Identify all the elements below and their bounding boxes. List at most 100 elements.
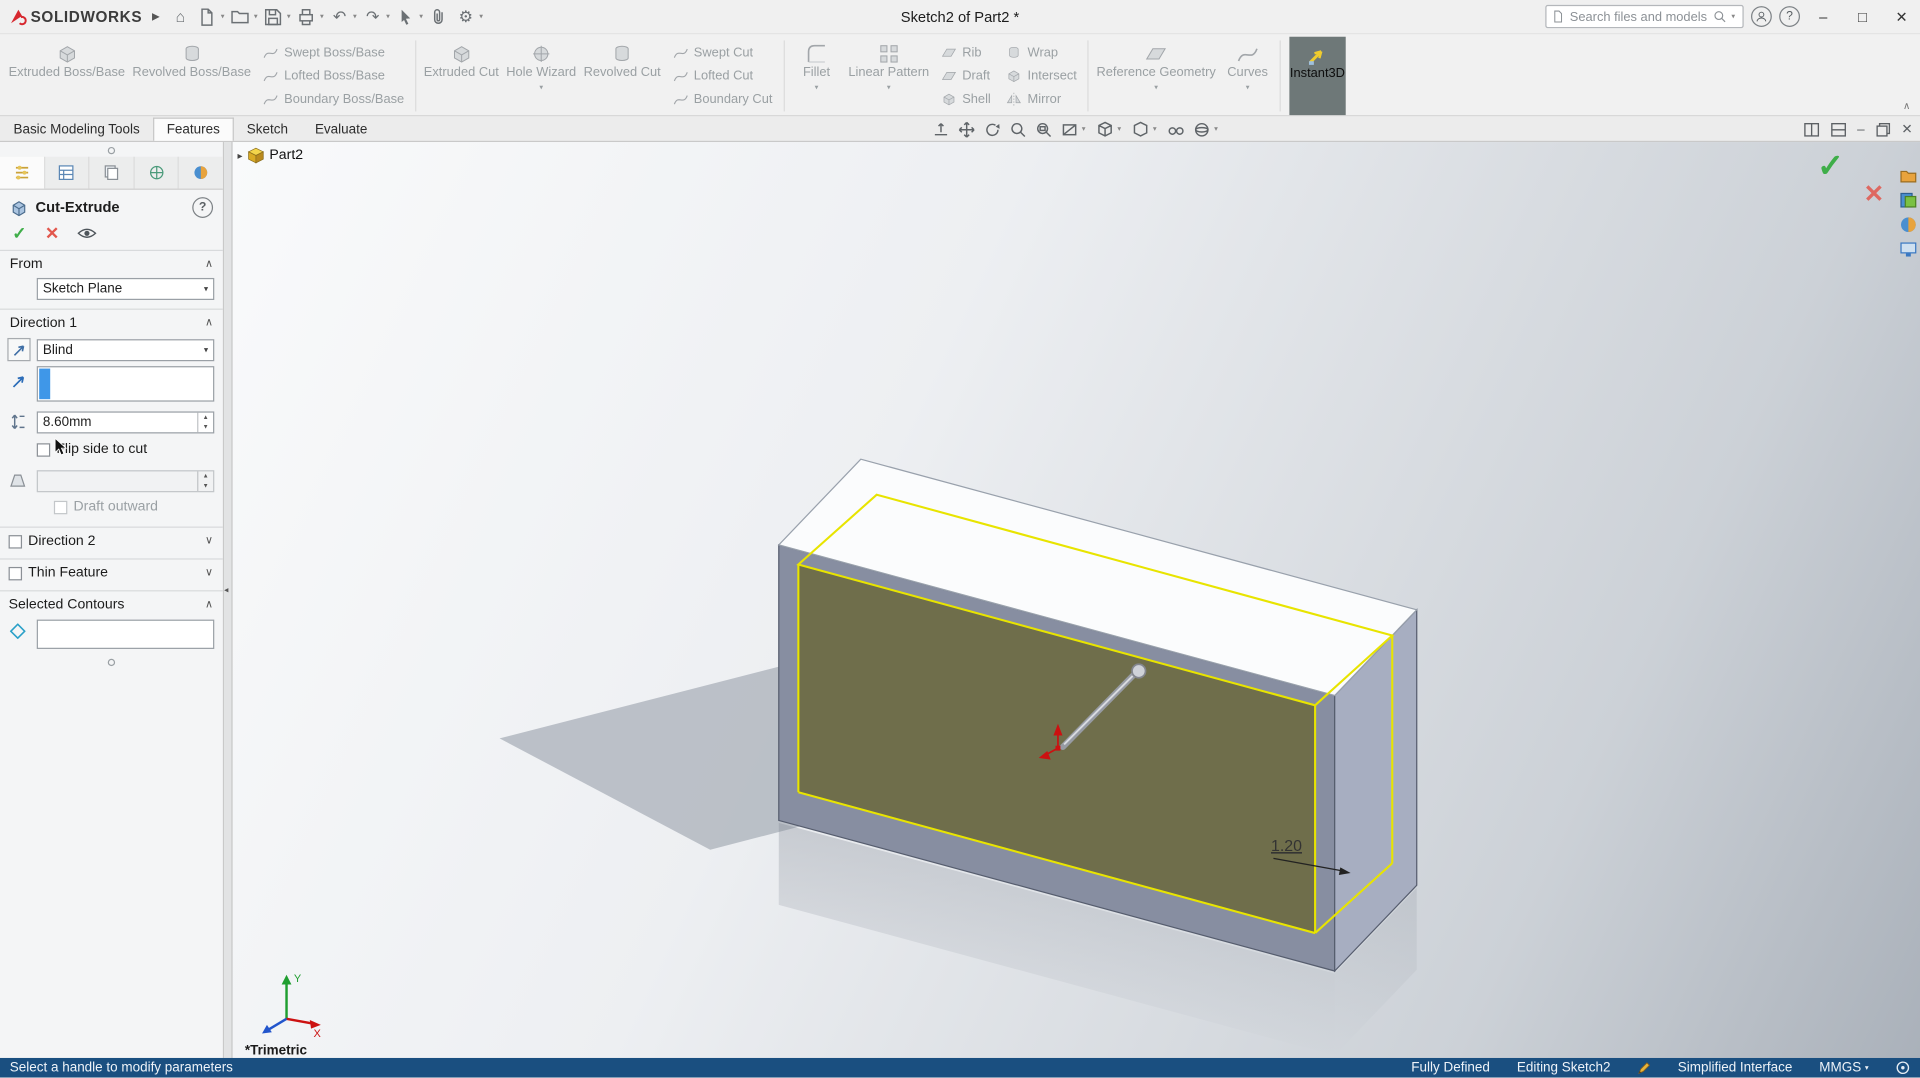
doc-minimize-icon[interactable]: – (1857, 122, 1865, 137)
lofted-cut-button[interactable]: Lofted Cut (672, 67, 773, 84)
menu-expand-icon[interactable]: ▶ (152, 11, 160, 22)
part-name[interactable]: Part2 (269, 148, 303, 163)
panel-splitter[interactable]: ◂ (224, 142, 233, 1058)
display-style-icon[interactable] (1132, 121, 1149, 138)
attachments-button[interactable] (425, 3, 452, 30)
direction1-section-header[interactable]: Direction 1 (10, 316, 77, 331)
close-button[interactable]: ✕ (1886, 3, 1918, 30)
print-button[interactable] (293, 3, 320, 30)
tab-sketch[interactable]: Sketch (233, 118, 301, 141)
open-button[interactable] (227, 3, 254, 30)
pattern-caret-icon[interactable]: ▾ (887, 83, 891, 92)
confirm-ok-icon[interactable]: ✓ (1817, 147, 1844, 185)
wrap-button[interactable]: Wrap (1005, 44, 1076, 61)
zoom-to-fit-icon[interactable] (1010, 121, 1027, 138)
reference-geometry-button[interactable]: Reference Geometry ▾ (1093, 37, 1220, 115)
section-view-icon[interactable] (1061, 121, 1078, 138)
save-caret-icon[interactable]: ▾ (287, 12, 291, 21)
select-tool-button[interactable] (392, 3, 419, 30)
doc-close-icon[interactable]: ✕ (1901, 121, 1912, 137)
undo-caret-icon[interactable]: ▾ (353, 12, 357, 21)
ok-button[interactable]: ✓ (12, 222, 26, 243)
hide-show-items-icon[interactable] (1168, 121, 1185, 138)
direction2-checkbox[interactable] (9, 535, 22, 548)
extruded-boss-base-button[interactable]: Extruded Boss/Base (5, 37, 129, 115)
tab-dimxpertmanager[interactable] (134, 157, 179, 189)
options-button[interactable]: ⚙ (452, 3, 479, 30)
hole-wizard-button[interactable]: Hole Wizard ▾ (503, 37, 580, 115)
redo-button[interactable]: ↷ (359, 3, 386, 30)
view-orientation-caret-icon[interactable]: ▾ (1117, 125, 1121, 134)
rib-button[interactable]: Rib (940, 44, 991, 61)
appearance-caret-icon[interactable]: ▾ (1214, 125, 1218, 134)
tab-featuremanager[interactable] (45, 157, 90, 189)
confirm-cancel-icon[interactable]: ✕ (1864, 179, 1885, 210)
tree-expand-icon[interactable]: ▸ (238, 150, 243, 161)
graphics-viewport[interactable]: 1.20 ▸ Part2 ✓ ✕ Y X (233, 142, 1920, 1058)
doc-restore-icon[interactable] (1876, 122, 1891, 137)
feature-tree-flyout[interactable]: ▸ Part2 (238, 147, 304, 164)
revolved-boss-base-button[interactable]: Revolved Boss/Base (129, 37, 255, 115)
minimize-button[interactable]: – (1807, 3, 1839, 30)
fillet-button[interactable]: Fillet ▾ (788, 37, 844, 115)
pm-help-icon[interactable]: ? (192, 197, 213, 218)
tab-basic-modeling-tools[interactable]: Basic Modeling Tools (0, 118, 153, 141)
cancel-button[interactable]: ✕ (45, 222, 59, 243)
tab-features[interactable]: Features (153, 118, 233, 141)
tab-configurationmanager[interactable] (90, 157, 135, 189)
intersect-button[interactable]: Intersect (1005, 67, 1076, 84)
boundary-cut-button[interactable]: Boundary Cut (672, 91, 773, 108)
selected-contours-section-header[interactable]: Selected Contours (9, 598, 125, 613)
spin-up-icon[interactable]: ▲ (198, 413, 213, 423)
search-caret-icon[interactable]: ▾ (1731, 12, 1735, 21)
selected-contours-collapse-icon[interactable]: ∧ (205, 598, 213, 611)
panel-resize-dot[interactable] (108, 659, 115, 666)
save-button[interactable] (260, 3, 287, 30)
view-orientation-icon[interactable] (1097, 121, 1114, 138)
tab-displaymanager[interactable] (179, 157, 223, 189)
rotate-view-icon[interactable] (984, 121, 1001, 138)
display-style-caret-icon[interactable]: ▾ (1153, 125, 1157, 134)
boundary-boss-base-button[interactable]: Boundary Boss/Base (262, 91, 404, 108)
tab-evaluate[interactable]: Evaluate (301, 118, 380, 141)
maximize-button[interactable]: □ (1847, 3, 1879, 30)
curves-caret-icon[interactable]: ▾ (1246, 83, 1250, 92)
status-tab-icon[interactable] (1896, 1060, 1911, 1075)
help-icon[interactable]: ? (1779, 6, 1800, 27)
reverse-direction-button[interactable] (7, 338, 30, 361)
thin-feature-checkbox[interactable] (9, 567, 22, 580)
custom-properties-icon[interactable] (1899, 240, 1917, 258)
open-caret-icon[interactable]: ▾ (254, 12, 258, 21)
mirror-button[interactable]: Mirror (1005, 91, 1076, 108)
appearances-icon[interactable] (1899, 216, 1917, 234)
model-3d[interactable]: 1.20 (233, 142, 1920, 1058)
spin-down-icon[interactable]: ▼ (198, 422, 213, 432)
curves-button[interactable]: Curves ▾ (1219, 37, 1275, 115)
direction2-section-header[interactable]: Direction 2 (28, 534, 95, 549)
zoom-to-area-icon[interactable] (1035, 121, 1052, 138)
new-caret-icon[interactable]: ▾ (221, 12, 225, 21)
depth-input[interactable]: 8.60mm ▲▼ (37, 411, 215, 433)
design-library-icon[interactable] (1899, 167, 1917, 185)
status-units[interactable]: MMGS ▾ (1819, 1060, 1868, 1075)
direction2-expand-icon[interactable]: ∨ (205, 534, 213, 547)
tab-propertymanager[interactable] (0, 157, 45, 189)
from-section-header[interactable]: From (10, 257, 43, 272)
show-preview-icon[interactable] (78, 226, 98, 239)
reference-geometry-caret-icon[interactable]: ▾ (1154, 83, 1158, 92)
fillet-caret-icon[interactable]: ▾ (815, 83, 819, 92)
appearance-icon[interactable] (1193, 121, 1210, 138)
status-interface-mode[interactable]: Simplified Interface (1678, 1060, 1793, 1075)
new-document-button[interactable] (194, 3, 221, 30)
shell-button[interactable]: Shell (940, 91, 991, 108)
normal-to-icon[interactable] (932, 121, 949, 138)
options-caret-icon[interactable]: ▾ (479, 12, 483, 21)
section-caret-icon[interactable]: ▾ (1082, 125, 1086, 134)
revolved-cut-button[interactable]: Revolved Cut (580, 37, 665, 115)
print-caret-icon[interactable]: ▾ (320, 12, 324, 21)
extruded-cut-button[interactable]: Extruded Cut (420, 37, 502, 115)
instant3d-button[interactable]: Instant3D (1289, 37, 1345, 115)
thin-feature-expand-icon[interactable]: ∨ (205, 566, 213, 579)
depth-spinner[interactable]: ▲▼ (197, 413, 213, 433)
ribbon-collapse-icon[interactable]: ∧ (1903, 100, 1910, 111)
